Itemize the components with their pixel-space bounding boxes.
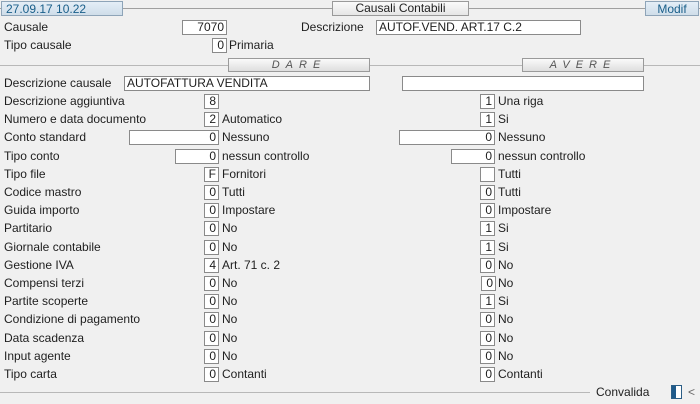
tipo-conto-avere-text: nessun controllo	[498, 149, 586, 163]
tipo-carta-label: Tipo carta	[4, 367, 57, 381]
tipo-causale-label: Tipo causale	[4, 38, 72, 52]
conto-standard-label: Conto standard	[4, 130, 87, 144]
partitario-avere-field[interactable]: 1	[480, 221, 495, 236]
tipo-file-avere-field[interactable]	[480, 167, 495, 182]
dare-section-header: DARE	[228, 58, 370, 72]
numero-e-data-documento-avere-field[interactable]: 1	[480, 112, 495, 127]
tipo-causale-text: Primaria	[229, 38, 274, 52]
tipo-conto-label: Tipo conto	[4, 149, 60, 163]
convalida-arrow-icon: <	[688, 385, 696, 399]
data-scadenza-avere-field[interactable]: 0	[480, 331, 495, 346]
input-agente-label: Input agente	[4, 349, 71, 363]
conto-standard-dare-text: Nessuno	[222, 130, 270, 144]
descrizione-aggiuntiva-label: Descrizione aggiuntiva	[4, 94, 125, 108]
tipo-file-dare-field[interactable]: F	[204, 167, 219, 182]
gestione-iva-label: Gestione IVA	[4, 258, 74, 272]
tipo-carta-avere-text: Contanti	[498, 367, 543, 381]
data-scadenza-avere-text: No	[498, 331, 514, 345]
tipo-file-dare-text: Fornitori	[222, 167, 267, 181]
tipo-carta-dare-field[interactable]: 0	[204, 367, 219, 382]
tipo-conto-dare-field[interactable]: 0	[175, 149, 219, 164]
timestamp: 27.09.17 10.22	[1, 1, 123, 16]
gestione-iva-dare-field[interactable]: 4	[204, 258, 219, 273]
partite-scoperte-dare-text: No	[222, 294, 238, 308]
guida-importo-label: Guida importo	[4, 203, 80, 217]
tipo-carta-dare-text: Contanti	[222, 367, 267, 381]
codice-mastro-label: Codice mastro	[4, 185, 82, 199]
codice-mastro-avere-text: Tutti	[498, 185, 521, 199]
partite-scoperte-label: Partite scoperte	[4, 294, 89, 308]
partite-scoperte-avere-field[interactable]: 1	[480, 294, 495, 309]
descrizione-label: Descrizione	[301, 20, 364, 34]
giornale-contabile-avere-field[interactable]: 1	[480, 240, 495, 255]
data-scadenza-dare-field[interactable]: 0	[204, 331, 219, 346]
descrizione-causale-avere-field[interactable]	[402, 76, 644, 91]
causale-label: Causale	[4, 20, 49, 34]
partitario-dare-field[interactable]: 0	[204, 221, 219, 236]
numero-e-data-documento-label: Numero e data documento	[4, 112, 147, 126]
partitario-dare-text: No	[222, 221, 238, 235]
giornale-contabile-label: Giornale contabile	[4, 240, 101, 254]
codice-mastro-dare-text: Tutti	[222, 185, 245, 199]
partite-scoperte-dare-field[interactable]: 0	[204, 294, 219, 309]
numero-e-data-documento-avere-text: Si	[498, 112, 509, 126]
window-title: Causali Contabili	[332, 1, 469, 16]
codice-mastro-avere-field[interactable]: 0	[480, 185, 495, 200]
condizione-di-pagamento-avere-text: No	[498, 312, 514, 326]
numero-e-data-documento-dare-field[interactable]: 2	[204, 112, 219, 127]
descrizione-causale-label: Descrizione causale	[4, 76, 112, 90]
guida-importo-dare-field[interactable]: 0	[204, 203, 219, 218]
avere-section-header: AVERE	[522, 58, 644, 72]
tipo-conto-dare-text: nessun controllo	[222, 149, 310, 163]
conto-standard-avere-text: Nessuno	[498, 130, 546, 144]
input-agente-dare-text: No	[222, 349, 238, 363]
partitario-avere-text: Si	[498, 221, 509, 235]
gestione-iva-avere-field[interactable]: 0	[480, 258, 495, 273]
condizione-di-pagamento-dare-field[interactable]: 0	[204, 312, 219, 327]
giornale-contabile-avere-text: Si	[498, 240, 509, 254]
condizione-di-pagamento-label: Condizione di pagamento	[4, 312, 141, 326]
input-agente-avere-text: No	[498, 349, 514, 363]
descrizione-aggiuntiva-avere-text: Una riga	[498, 94, 544, 108]
descrizione-aggiuntiva-avere-field[interactable]: 1	[480, 94, 495, 109]
guida-importo-avere-field[interactable]: 0	[480, 203, 495, 218]
giornale-contabile-dare-text: No	[222, 240, 238, 254]
condizione-di-pagamento-dare-text: No	[222, 312, 238, 326]
descrizione-aggiuntiva-dare-field[interactable]: 8	[204, 94, 219, 109]
numero-e-data-documento-dare-text: Automatico	[222, 112, 283, 126]
causale-field[interactable]: 7070	[182, 20, 227, 35]
tipo-carta-avere-field[interactable]: 0	[480, 367, 495, 382]
tipo-causale-field[interactable]: 0	[212, 38, 227, 53]
condizione-di-pagamento-avere-field[interactable]: 0	[480, 312, 495, 327]
tipo-conto-avere-field[interactable]: 0	[451, 149, 495, 164]
descrizione-field[interactable]: AUTOF.VEND. ART.17 C.2	[376, 20, 581, 35]
codice-mastro-dare-field[interactable]: 0	[204, 185, 219, 200]
partitario-label: Partitario	[4, 221, 53, 235]
compensi-terzi-dare-text: No	[222, 276, 238, 290]
convalida-label: Convalida	[596, 385, 650, 399]
data-scadenza-label: Data scadenza	[4, 331, 85, 345]
gestione-iva-dare-text: Art. 71 c. 2	[222, 258, 281, 272]
convalida-button[interactable]	[671, 385, 682, 399]
input-agente-avere-field[interactable]: 0	[480, 349, 495, 364]
conto-standard-dare-field[interactable]: 0	[129, 130, 219, 145]
partite-scoperte-avere-text: Si	[498, 294, 509, 308]
descrizione-causale-dare-field[interactable]: AUTOFATTURA VENDITA	[124, 76, 370, 91]
compensi-terzi-dare-field[interactable]: 0	[204, 276, 219, 291]
tipo-file-label: Tipo file	[4, 167, 46, 181]
tipo-file-avere-text: Tutti	[498, 167, 521, 181]
compensi-terzi-label: Compensi terzi	[4, 276, 85, 290]
conto-standard-avere-field[interactable]: 0	[399, 130, 495, 145]
guida-importo-dare-text: Impostare	[222, 203, 276, 217]
compensi-terzi-avere-field[interactable]: 0	[481, 276, 496, 291]
mode-indicator: Modif	[645, 1, 699, 16]
compensi-terzi-avere-text: No	[498, 276, 514, 290]
gestione-iva-avere-text: No	[498, 258, 514, 272]
data-scadenza-dare-text: No	[222, 331, 238, 345]
input-agente-dare-field[interactable]: 0	[204, 349, 219, 364]
giornale-contabile-dare-field[interactable]: 0	[204, 240, 219, 255]
guida-importo-avere-text: Impostare	[498, 203, 552, 217]
